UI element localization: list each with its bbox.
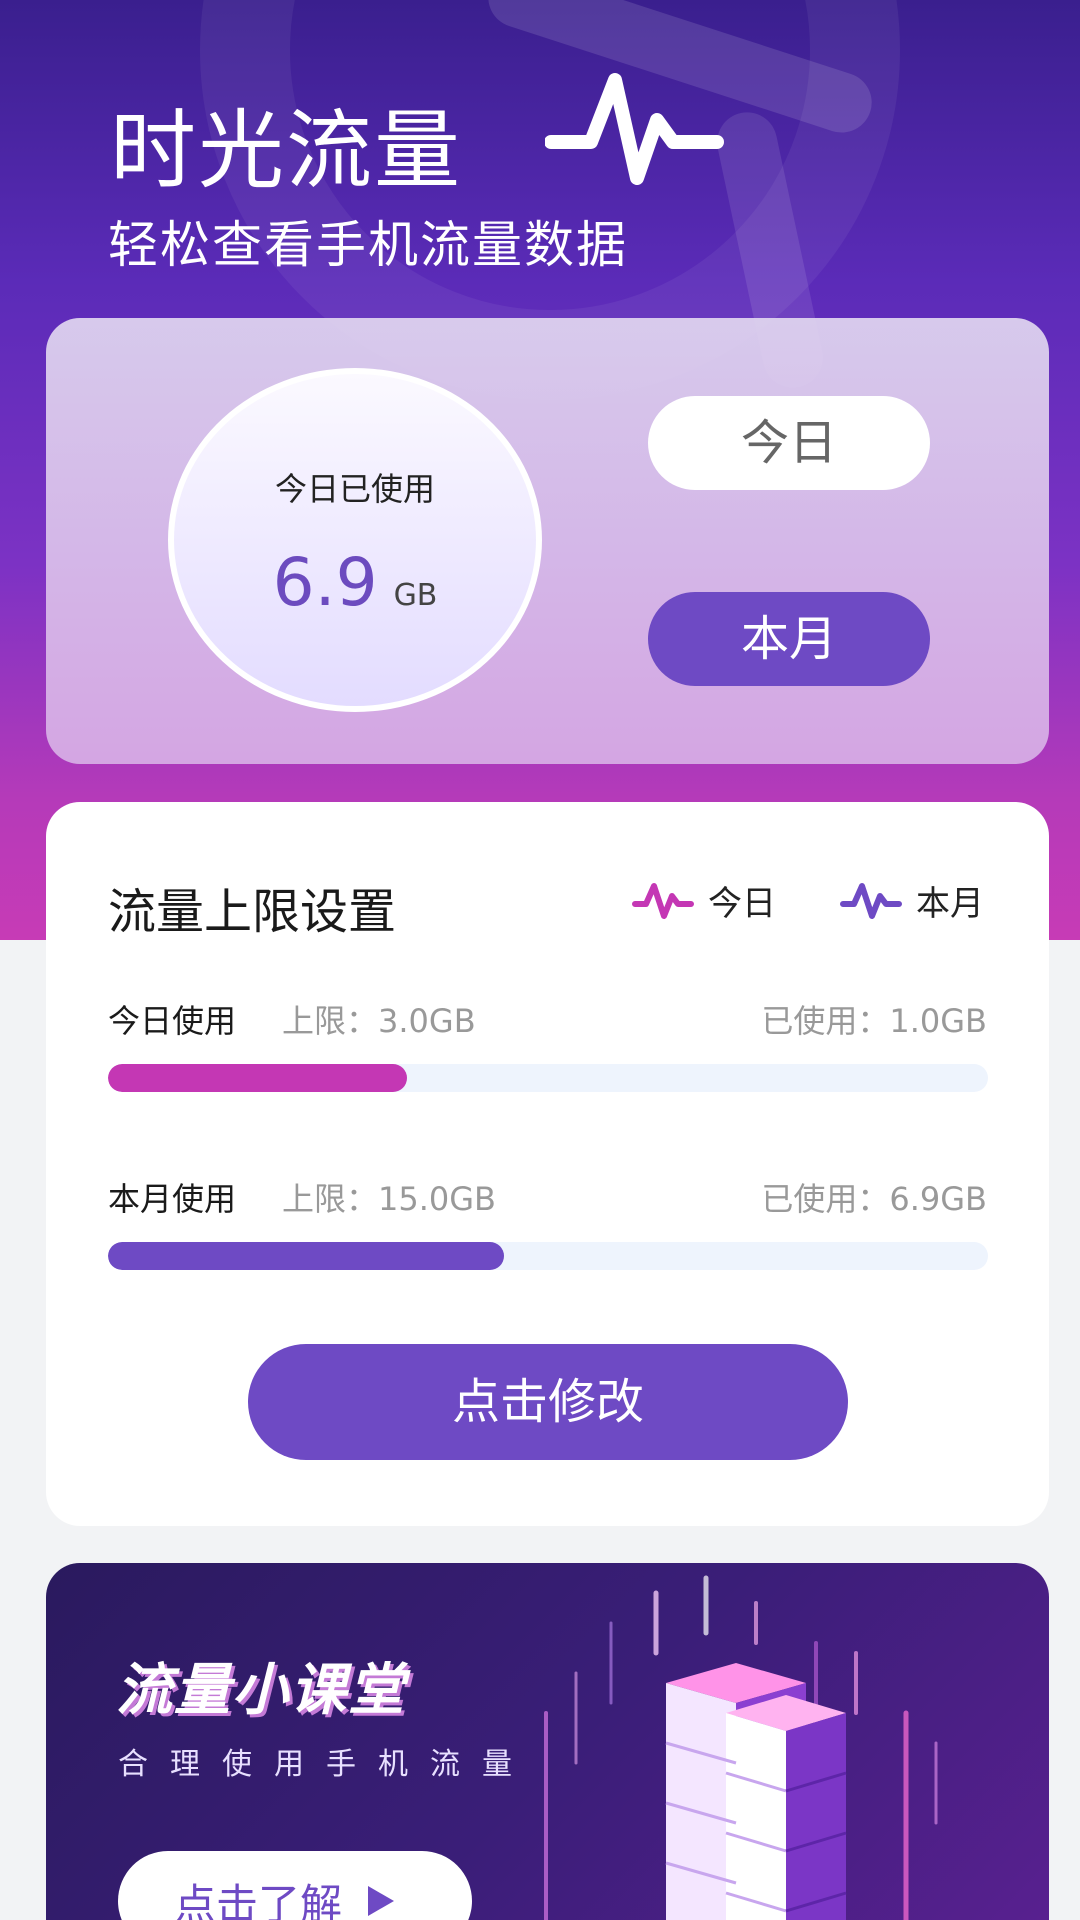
limit-settings-card: 流量上限设置 今日 本月 今日使用 上限：3.0GB 已使用：1.0GB 本月使… — [46, 802, 1049, 1526]
legend-label: 今日 — [708, 883, 776, 924]
pulse-wave-icon — [840, 883, 902, 919]
legend-month: 本月 — [840, 878, 984, 924]
app-title: 时光流量 — [110, 101, 462, 201]
usage-label: 今日已使用 — [274, 470, 435, 508]
usage-value: 6.9 — [272, 544, 378, 621]
pulse-wave-icon — [632, 883, 694, 919]
today-usage-label: 今日使用 — [108, 1002, 237, 1040]
edit-limit-button[interactable]: 点击修改 — [248, 1344, 848, 1460]
limit-card-title: 流量上限设置 — [108, 884, 397, 940]
play-icon — [368, 1886, 395, 1916]
pulse-wave-icon — [545, 73, 724, 185]
tips-banner[interactable]: 流量小课堂 合理使用手机流量 点击了解 — [46, 1563, 1049, 1920]
month-usage-label: 本月使用 — [108, 1180, 237, 1218]
today-progress-track — [108, 1064, 988, 1092]
app-subtitle: 轻松查看手机流量数据 — [108, 216, 628, 274]
banner-subtitle: 合理使用手机流量 — [118, 1747, 534, 1782]
month-limit-text: 上限：15.0GB — [282, 1180, 497, 1218]
today-progress-fill — [108, 1064, 408, 1092]
usage-card: 今日已使用 6.9 GB 今日 本月 — [46, 318, 1049, 764]
learn-more-button[interactable]: 点击了解 — [118, 1851, 472, 1920]
usage-value-group: 6.9 GB — [174, 544, 536, 621]
banner-title: 流量小课堂 — [116, 1658, 406, 1723]
usage-circle: 今日已使用 6.9 GB — [168, 368, 542, 712]
month-progress-track — [108, 1242, 988, 1270]
legend-label: 本月 — [916, 883, 984, 924]
today-toggle-button[interactable]: 今日 — [648, 396, 930, 490]
today-limit-text: 上限：3.0GB — [282, 1002, 476, 1040]
data-cubes-illustration — [544, 1575, 938, 1920]
today-used-text: 已使用：1.0GB — [761, 1002, 987, 1040]
legend-today: 今日 — [632, 878, 776, 924]
usage-unit: GB — [393, 578, 438, 613]
month-used-text: 已使用：6.9GB — [761, 1180, 987, 1218]
month-toggle-button[interactable]: 本月 — [648, 592, 930, 686]
month-progress-fill — [108, 1242, 504, 1270]
learn-more-label: 点击了解 — [174, 1879, 343, 1920]
